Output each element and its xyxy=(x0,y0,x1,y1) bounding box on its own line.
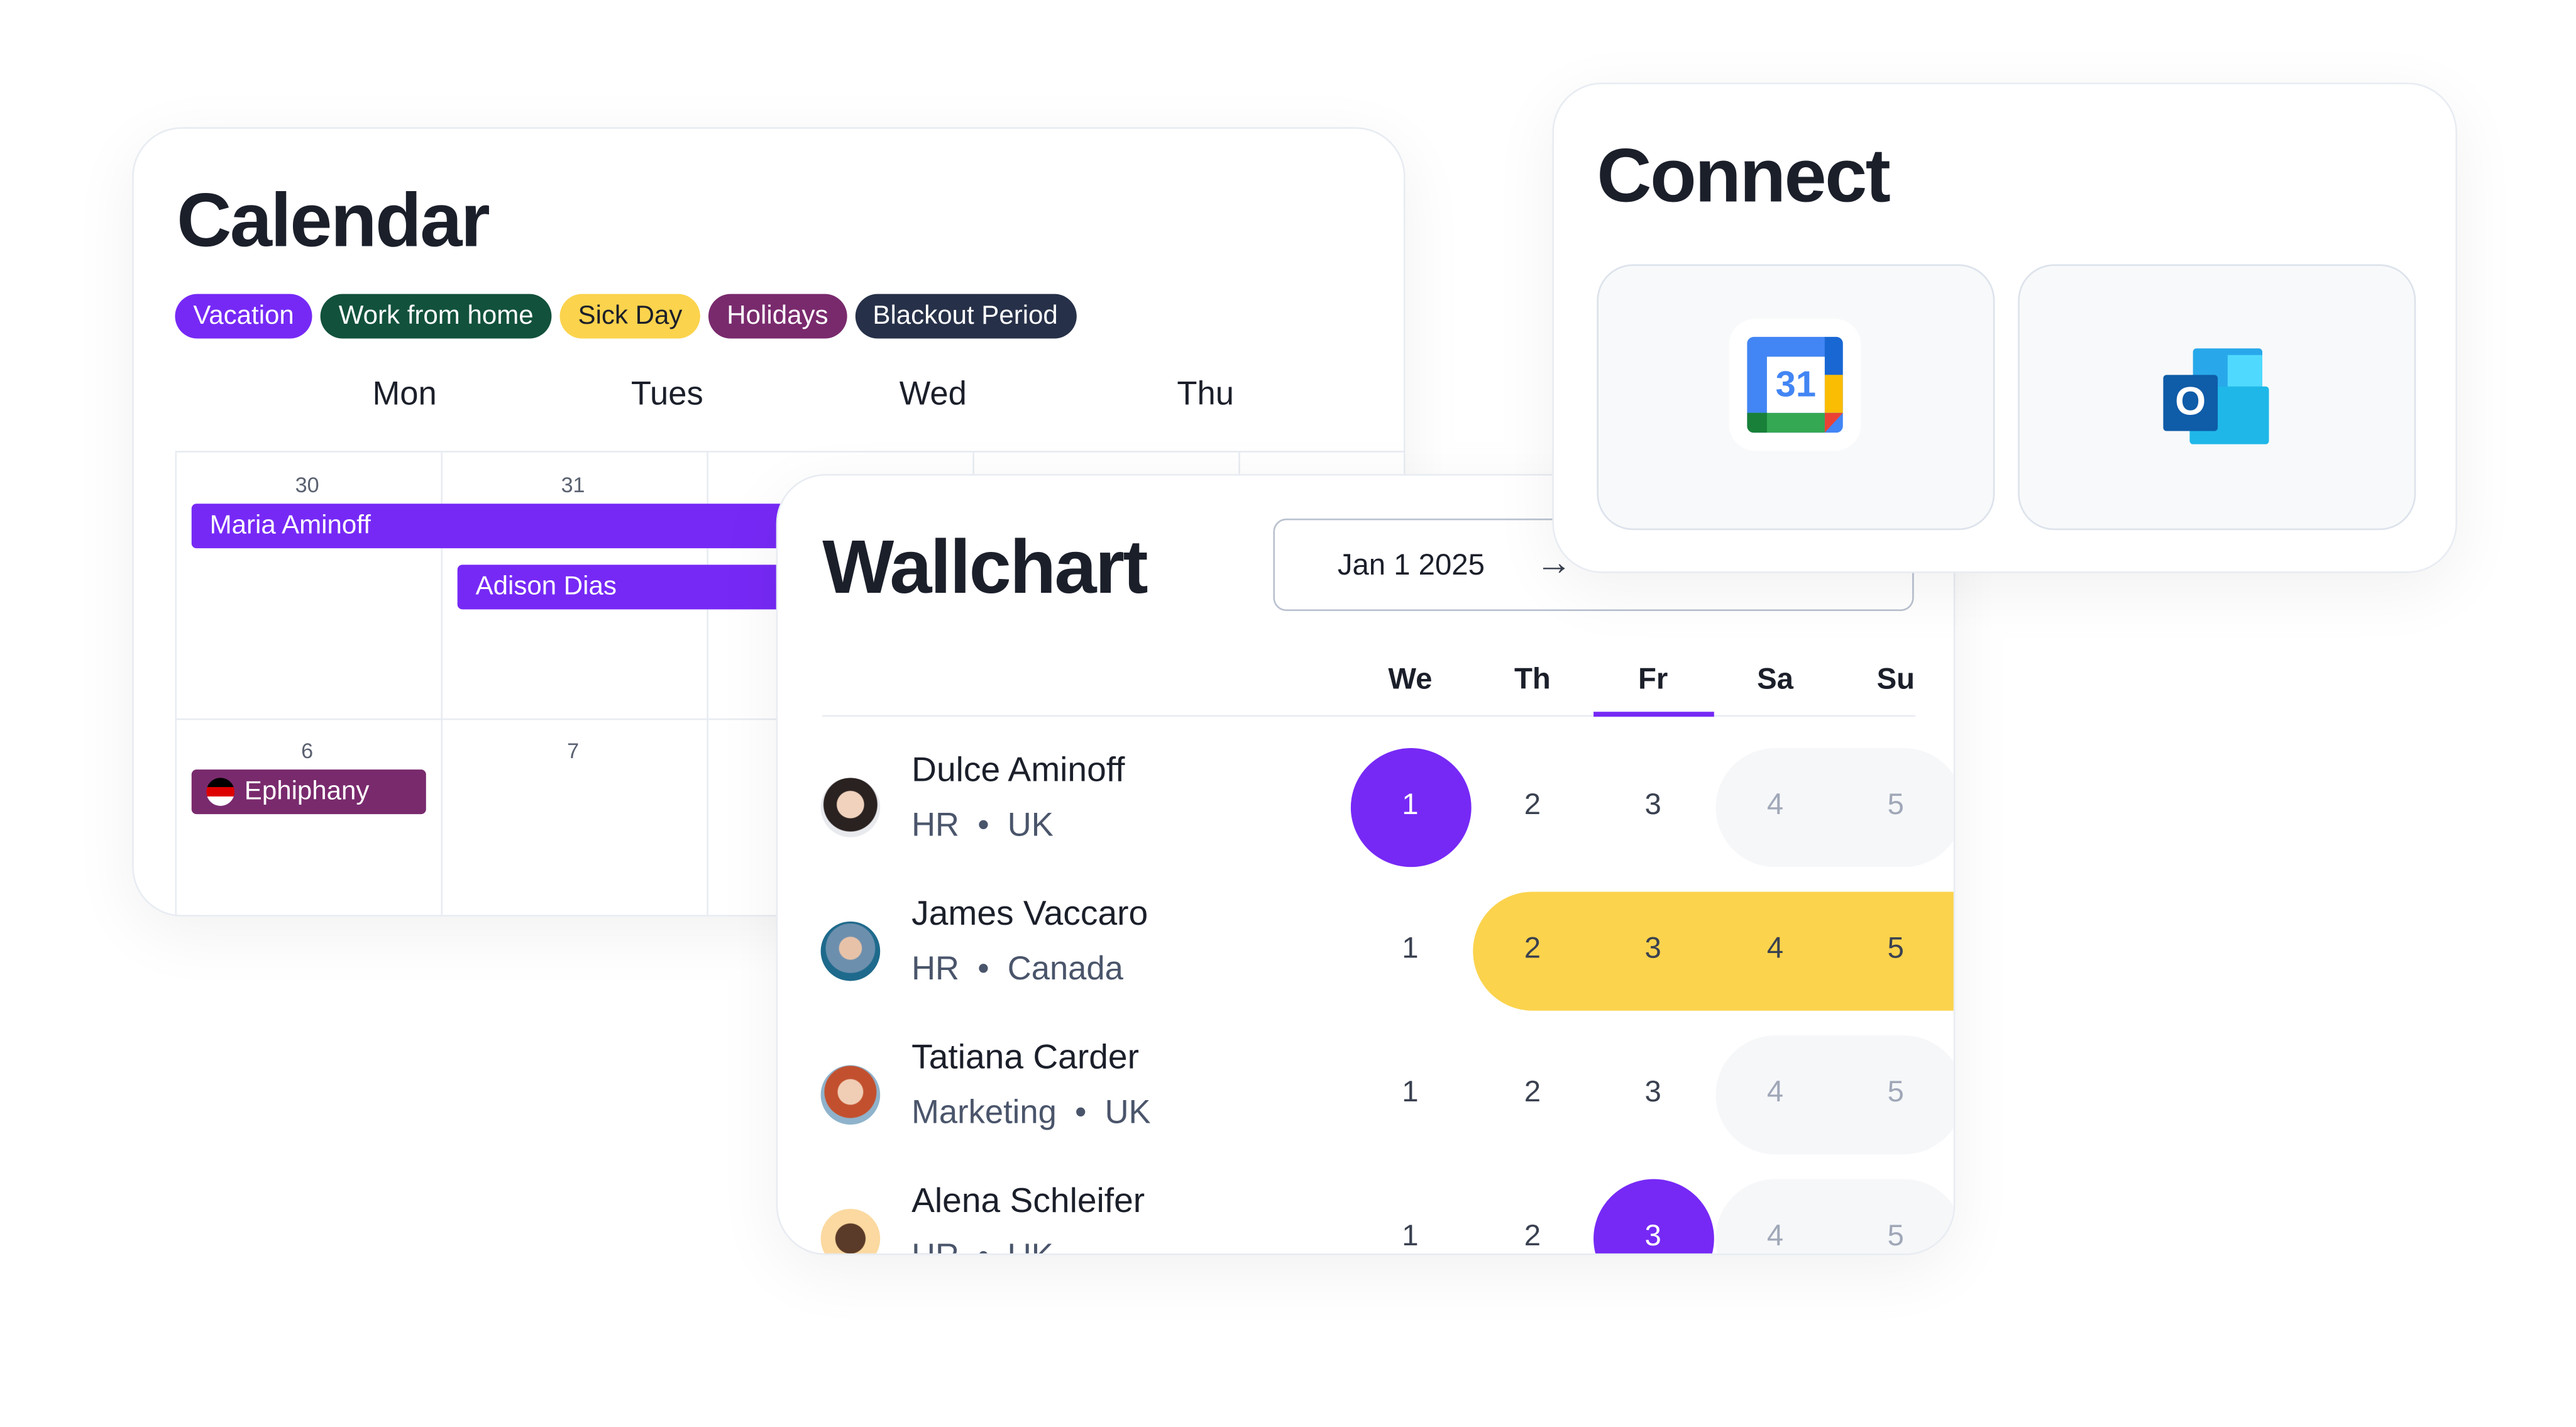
legend-blackout-period[interactable]: Blackout Period xyxy=(854,294,1076,339)
google-calendar-button[interactable]: 31 xyxy=(1597,264,1995,531)
person-meta: HR • Canada xyxy=(911,951,1123,988)
weekday-fr[interactable]: Fr xyxy=(1638,662,1668,697)
person-row[interactable]: Dulce Aminoff HR • UK 1 2 3 4 5 xyxy=(778,742,1954,874)
date-6[interactable]: 6 xyxy=(301,738,313,763)
date-7[interactable]: 7 xyxy=(567,738,579,763)
day-cell[interactable]: 5 xyxy=(1888,932,1904,966)
person-row[interactable]: James Vaccaro HR • Canada 1 2 3 4 5 xyxy=(778,885,1954,1017)
day-cell[interactable]: 4 xyxy=(1767,932,1783,966)
start-date: Jan 1 2025 xyxy=(1337,548,1485,581)
day-cell[interactable]: 3 xyxy=(1644,932,1661,966)
date-31[interactable]: 31 xyxy=(561,472,585,497)
day-cell[interactable]: 2 xyxy=(1524,932,1541,966)
person-row[interactable]: Alena Schleifer HR • UK 1 2 3 4 5 xyxy=(778,1172,1954,1253)
avatar xyxy=(820,1065,881,1125)
germany-flag-icon xyxy=(206,778,235,806)
event-label: Ephiphany xyxy=(244,778,370,806)
person-name: Tatiana Carder xyxy=(911,1039,1139,1077)
day-cell[interactable]: 1 xyxy=(1402,1219,1418,1253)
day-cell[interactable]: 3 xyxy=(1644,1075,1661,1110)
day-cell[interactable]: 4 xyxy=(1767,788,1783,822)
day-cell[interactable]: 5 xyxy=(1888,788,1904,822)
legend-sick-day[interactable]: Sick Day xyxy=(559,294,701,339)
connect-title: Connect xyxy=(1597,132,1891,218)
person-meta: Marketing • UK xyxy=(911,1094,1151,1132)
person-name: Alena Schleifer xyxy=(911,1182,1145,1221)
legend: Vacation Work from home Sick Day Holiday… xyxy=(175,294,1076,339)
day-cell[interactable]: 2 xyxy=(1524,788,1541,822)
day-cell[interactable]: 1 xyxy=(1402,788,1418,822)
avatar xyxy=(820,778,881,837)
person-name: Dulce Aminoff xyxy=(911,751,1125,790)
day-header-wed: Wed xyxy=(899,376,967,413)
day-cell[interactable]: 5 xyxy=(1888,1075,1904,1110)
weekday-th[interactable]: Th xyxy=(1514,662,1551,697)
day-header-thu: Thu xyxy=(1177,376,1234,413)
day-cell[interactable]: 3 xyxy=(1644,788,1661,822)
person-meta: HR • UK xyxy=(911,807,1054,844)
weekday-we[interactable]: We xyxy=(1388,662,1432,697)
avatar xyxy=(820,921,881,981)
day-cell[interactable]: 5 xyxy=(1888,1219,1904,1253)
day-cell[interactable]: 3 xyxy=(1644,1219,1661,1253)
day-cell[interactable]: 2 xyxy=(1524,1075,1541,1110)
day-cell[interactable]: 4 xyxy=(1767,1219,1783,1253)
day-cell[interactable]: 1 xyxy=(1402,1075,1418,1110)
person-row[interactable]: Tatiana Carder Marketing • UK 1 2 3 4 5 xyxy=(778,1029,1954,1161)
selected-weekday-indicator xyxy=(1593,712,1714,717)
person-meta: HR • UK xyxy=(911,1238,1054,1253)
sick-day-range xyxy=(1473,891,1954,1011)
event-ephiphany[interactable]: Ephiphany xyxy=(191,769,426,815)
legend-vacation[interactable]: Vacation xyxy=(175,294,312,339)
event-maria-aminoff[interactable]: Maria Aminoff xyxy=(191,504,852,549)
wallchart-title: Wallchart xyxy=(822,523,1148,610)
day-cell[interactable]: 4 xyxy=(1767,1075,1783,1110)
date-30[interactable]: 30 xyxy=(295,472,319,497)
day-cell[interactable]: 1 xyxy=(1402,932,1418,966)
person-name: James Vaccaro xyxy=(911,895,1148,934)
day-header-tues: Tues xyxy=(630,376,703,413)
google-calendar-icon: 31 xyxy=(1729,319,1861,451)
wallchart-card: Wallchart Jan 1 2025 → We Th Fr Sa Su Du… xyxy=(776,473,1956,1255)
weekday-su[interactable]: Su xyxy=(1877,662,1915,697)
calendar-title: Calendar xyxy=(177,177,490,263)
legend-work-from-home[interactable]: Work from home xyxy=(320,294,552,339)
connect-card: Connect 31 O xyxy=(1552,82,2457,573)
weekday-sa[interactable]: Sa xyxy=(1757,662,1793,697)
legend-holidays[interactable]: Holidays xyxy=(708,294,847,339)
day-cell[interactable]: 2 xyxy=(1524,1219,1541,1253)
outlook-icon: O xyxy=(2163,348,2272,444)
outlook-button[interactable]: O xyxy=(2018,264,2416,531)
avatar xyxy=(820,1208,881,1253)
day-header-mon: Mon xyxy=(372,376,437,413)
